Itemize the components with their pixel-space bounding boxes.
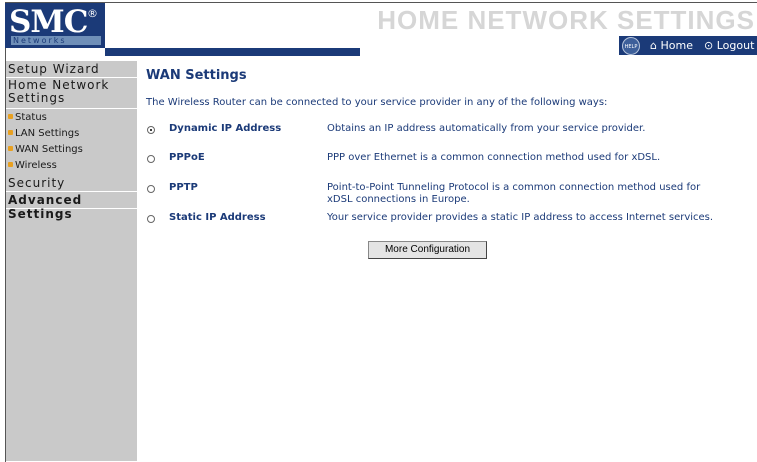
home-icon: ⌂ (650, 39, 657, 52)
logout-link[interactable]: ⊙ Logout (704, 39, 754, 52)
home-link[interactable]: ⌂ Home (650, 39, 693, 52)
sidebar-item-lan[interactable]: LAN Settings (6, 128, 137, 139)
logo-brand: SMC (9, 4, 88, 40)
option-label-dynamic-ip: Dynamic IP Address (169, 123, 282, 134)
sidebar-item-advanced[interactable]: Advanced Settings (6, 193, 139, 221)
page-header-title: HOME NETWORK SETTINGS (377, 5, 755, 35)
sidebar: Setup Wizard Home Network Settings Statu… (6, 61, 139, 461)
sidebar-item-status[interactable]: Status (6, 112, 137, 123)
sidebar-item-home-network[interactable]: Home Network Settings (6, 79, 139, 109)
home-label: Home (660, 39, 693, 52)
radio-static-ip[interactable] (147, 215, 155, 223)
option-desc-pptp: Point-to-Point Tunneling Protocol is a c… (327, 182, 701, 205)
logout-icon: ⊙ (704, 39, 714, 52)
bullet-icon (8, 114, 13, 119)
option-desc-dynamic-ip: Obtains an IP address automatically from… (327, 123, 646, 134)
radio-dynamic-ip[interactable] (147, 126, 155, 134)
header-toolbar: HELP ⌂ Home ⊙ Logout (619, 36, 757, 55)
sidebar-item-label: Wireless (15, 160, 57, 171)
header-accent-bar (105, 48, 360, 56)
intro-text: The Wireless Router can be connected to … (146, 97, 608, 108)
logout-label: Logout (716, 39, 755, 52)
sidebar-item-wan[interactable]: WAN Settings (6, 144, 137, 155)
sidebar-item-label: WAN Settings (15, 144, 83, 155)
bullet-icon (8, 162, 13, 167)
logo-subtitle: Networks (11, 36, 101, 45)
bullet-icon (8, 130, 13, 135)
option-label-pppoe: PPPoE (169, 152, 205, 163)
smc-logo: SMC ® Networks (5, 3, 105, 48)
option-label-static-ip: Static IP Address (169, 212, 266, 223)
sidebar-item-label: LAN Settings (15, 128, 80, 139)
option-label-pptp: PPTP (169, 182, 198, 193)
page-title: WAN Settings (146, 68, 247, 83)
bullet-icon (8, 146, 13, 151)
option-desc-static-ip: Your service provider provides a static … (327, 212, 714, 223)
radio-pptp[interactable] (147, 185, 155, 193)
radio-pppoe[interactable] (147, 155, 155, 163)
sidebar-item-security[interactable]: Security (6, 176, 139, 192)
more-configuration-button[interactable]: More Configuration (368, 241, 487, 259)
sidebar-item-label: Status (15, 112, 47, 123)
option-desc-pppoe: PPP over Ethernet is a common connection… (327, 152, 661, 163)
sidebar-item-setup-wizard[interactable]: Setup Wizard (6, 62, 139, 78)
help-icon[interactable]: HELP (622, 37, 640, 55)
sidebar-item-wireless[interactable]: Wireless (6, 160, 137, 171)
logo-registered: ® (87, 7, 98, 20)
